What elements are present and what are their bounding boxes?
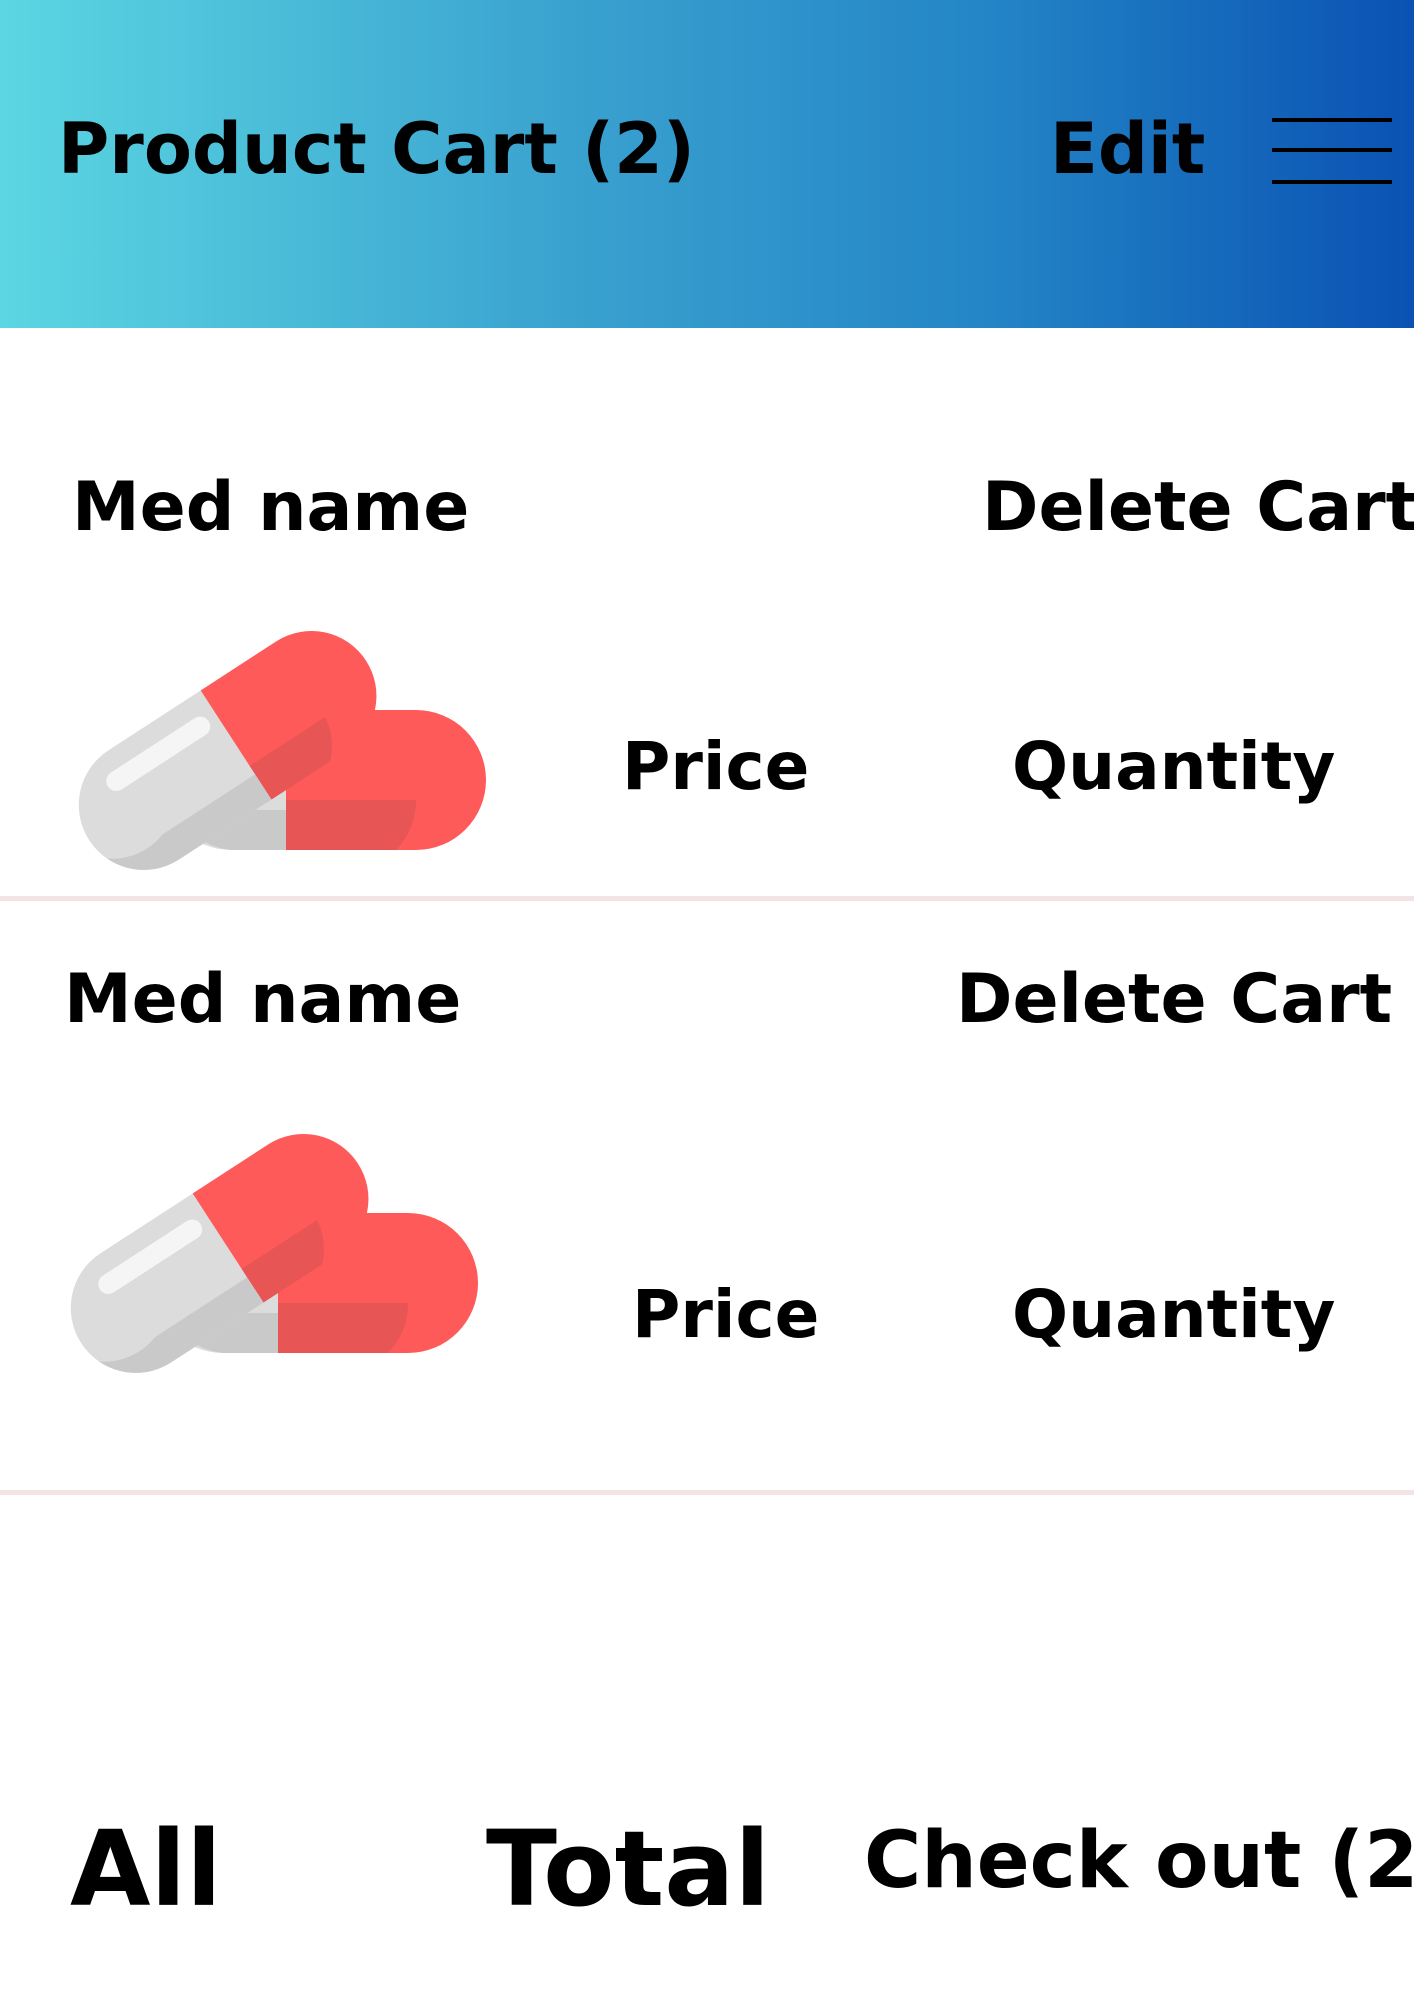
- price-label: Price: [632, 1276, 820, 1353]
- quantity-label: Quantity: [1012, 1276, 1336, 1353]
- edit-button[interactable]: Edit: [1050, 108, 1205, 190]
- item-divider: [0, 896, 1414, 901]
- quantity-label: Quantity: [1012, 728, 1336, 805]
- cart-page: Product Cart (2) Edit Med name Delete Ca…: [0, 0, 1414, 2000]
- capsule-pills-icon: [70, 1134, 478, 1373]
- total-label: Total: [486, 1808, 771, 1930]
- price-label: Price: [622, 728, 810, 805]
- delete-cart-button[interactable]: Delete Cart: [982, 468, 1414, 547]
- capsule-pills-icon: [78, 631, 486, 870]
- hamburger-menu-icon[interactable]: [1272, 118, 1392, 186]
- delete-cart-button[interactable]: Delete Cart: [956, 960, 1392, 1039]
- page-title: Product Cart (2): [58, 108, 695, 190]
- checkout-button[interactable]: Check out (2): [864, 1816, 1414, 1906]
- item-divider: [0, 1490, 1414, 1495]
- app-header: Product Cart (2) Edit: [0, 0, 1414, 328]
- med-name: Med name: [64, 960, 462, 1039]
- med-name: Med name: [72, 468, 470, 547]
- select-all-label[interactable]: All: [70, 1808, 222, 1930]
